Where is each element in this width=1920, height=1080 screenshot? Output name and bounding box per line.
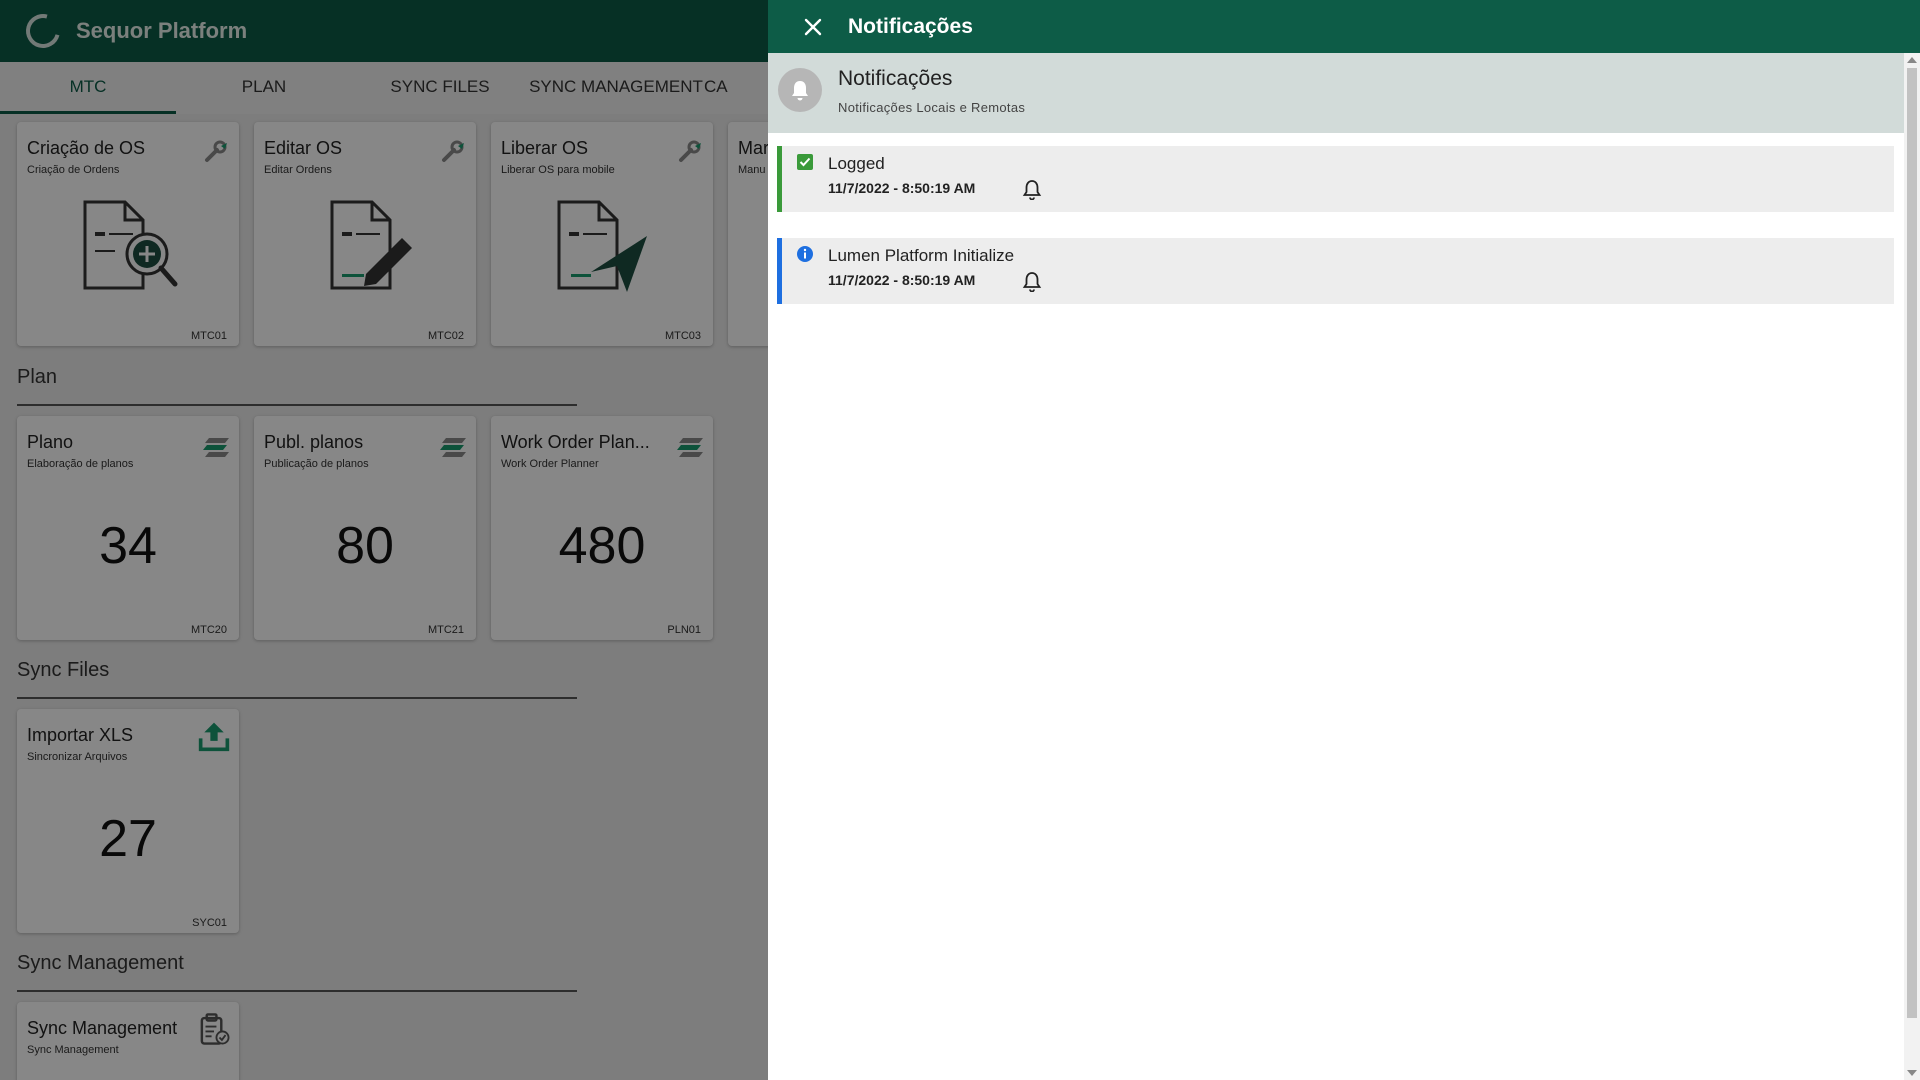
info-icon (797, 246, 813, 262)
drawer-title: Notificações (848, 14, 973, 38)
scroll-up-arrow-icon[interactable] (1907, 57, 1917, 63)
scroll-down-arrow-icon[interactable] (1907, 1070, 1917, 1076)
drawer-header: Notificações (768, 0, 1920, 53)
notification-title: Logged (828, 154, 885, 173)
notification-time: 11/7/2022 - 8:50:19 AM (828, 272, 976, 288)
bell-outline-icon[interactable] (1021, 270, 1043, 292)
notification-item[interactable]: Lumen Platform Initialize 11/7/2022 - 8:… (777, 238, 1894, 304)
scrollbar-thumb[interactable] (1907, 68, 1917, 1018)
banner-title: Notificações (838, 67, 953, 90)
notification-title: Lumen Platform Initialize (828, 246, 1015, 265)
notifications-drawer: Notificações Notificações Notificações L… (768, 0, 1920, 1080)
banner-subtitle: Notificações Locais e Remotas (838, 100, 1026, 115)
banner-avatar (778, 68, 822, 112)
notification-time: 11/7/2022 - 8:50:19 AM (828, 180, 976, 196)
notification-item[interactable]: Logged 11/7/2022 - 8:50:19 AM (777, 146, 1894, 212)
bell-icon (792, 81, 808, 101)
bell-outline-icon[interactable] (1021, 178, 1043, 200)
drawer-scrollbar[interactable] (1904, 53, 1920, 1080)
modal-backdrop[interactable] (0, 0, 768, 1080)
notifications-banner: Notificações Notificações Locais e Remot… (768, 53, 1904, 133)
close-button[interactable] (798, 12, 828, 42)
close-icon (804, 18, 822, 35)
check-square-icon (797, 154, 813, 170)
